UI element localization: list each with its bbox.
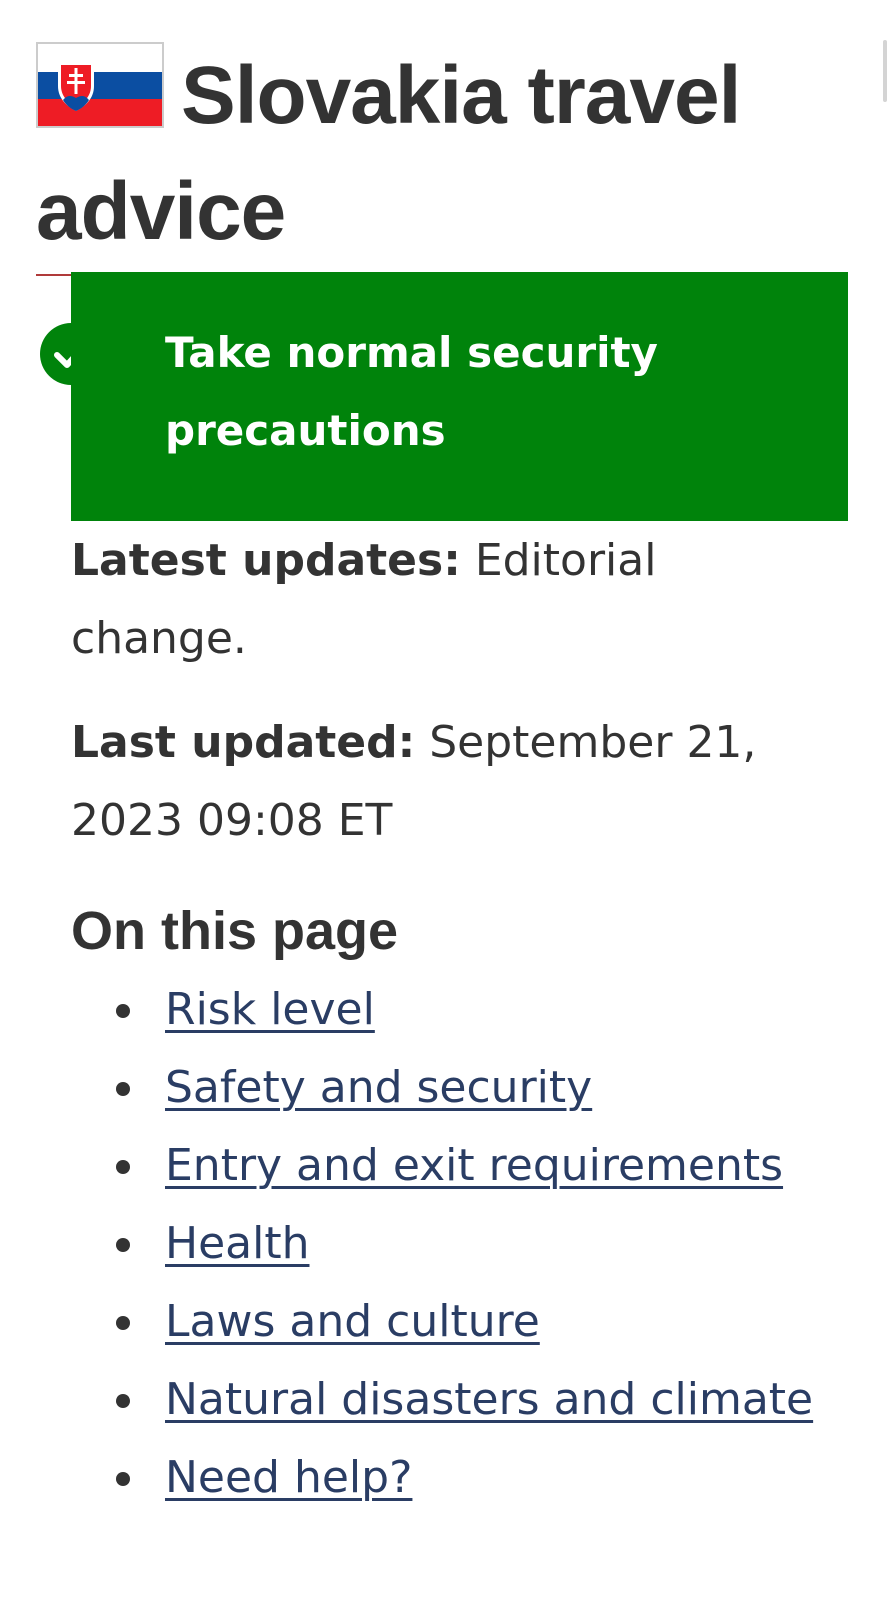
bullet-icon xyxy=(116,1238,130,1252)
toc-link-natural-disasters[interactable]: Natural disasters and climate xyxy=(165,1374,813,1425)
scrollbar[interactable] xyxy=(883,40,887,102)
toc-link-risk-level[interactable]: Risk level xyxy=(165,984,375,1035)
toc-link-laws-and-culture[interactable]: Laws and culture xyxy=(165,1296,540,1347)
toc-item-health: Health xyxy=(71,1205,813,1283)
latest-updates: Latest updates: Editorial change. xyxy=(71,522,811,678)
toc-list: Risk level Safety and security Entry and… xyxy=(71,971,813,1517)
risk-level-text: Take normal security precautions xyxy=(165,328,658,455)
toc-item-entry-and-exit: Entry and exit requirements xyxy=(71,1127,813,1205)
latest-updates-label: Latest updates: xyxy=(71,535,461,586)
slovakia-flag-icon xyxy=(36,42,164,128)
bullet-icon xyxy=(116,1160,130,1174)
toc-item-risk-level: Risk level xyxy=(71,971,813,1049)
bullet-icon xyxy=(116,1004,130,1018)
last-updated-label: Last updated: xyxy=(71,717,416,768)
risk-level-banner: Take normal security precautions xyxy=(71,272,848,521)
bullet-icon xyxy=(116,1472,130,1486)
toc-item-laws-and-culture: Laws and culture xyxy=(71,1283,813,1361)
bullet-icon xyxy=(116,1316,130,1330)
bullet-icon xyxy=(116,1394,130,1408)
toc-item-safety-and-security: Safety and security xyxy=(71,1049,813,1127)
toc-heading: On this page xyxy=(71,901,399,961)
toc-link-safety-and-security[interactable]: Safety and security xyxy=(165,1062,592,1113)
bullet-icon xyxy=(116,1082,130,1096)
toc-link-health[interactable]: Health xyxy=(165,1218,309,1269)
page-header: Slovakia travel advice xyxy=(36,38,848,276)
toc-link-entry-and-exit[interactable]: Entry and exit requirements xyxy=(165,1140,783,1191)
toc-item-need-help: Need help? xyxy=(71,1439,813,1517)
last-updated: Last updated: September 21, 2023 09:08 E… xyxy=(71,704,811,860)
toc-link-need-help[interactable]: Need help? xyxy=(165,1452,412,1503)
toc-item-natural-disasters: Natural disasters and climate xyxy=(71,1361,813,1439)
